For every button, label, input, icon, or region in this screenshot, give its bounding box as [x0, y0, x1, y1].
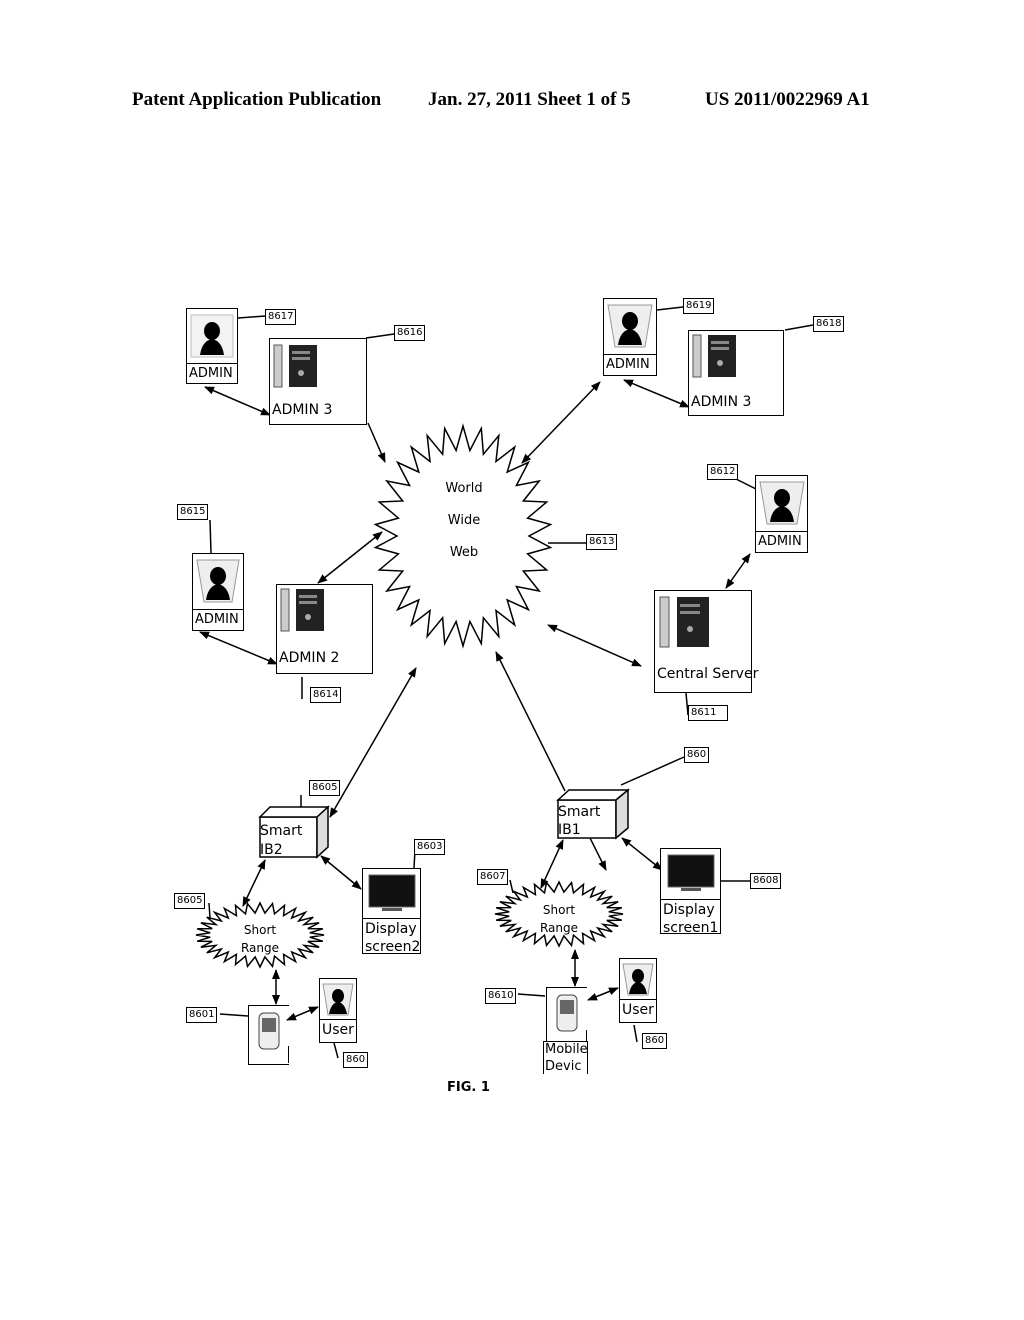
arrow-admin-tr-server-tr [623, 379, 690, 408]
arrow-ib2-www [329, 667, 417, 818]
mobile-device-right-label-box: Mobile Devic [543, 1041, 588, 1074]
display1-label-1: Display [663, 902, 715, 918]
user-right-label: User [622, 1002, 654, 1018]
arrow-server-tl-www [367, 422, 386, 463]
ref-8618: 8618 [813, 316, 845, 332]
ref-8614: 8614 [310, 687, 342, 703]
admin-person-icon [190, 314, 234, 358]
arrow-admin-mr-central [725, 553, 751, 589]
admin-person-icon [607, 304, 653, 348]
ref-8613: 8613 [586, 534, 618, 550]
arrow-admin-tl-server-tl [204, 386, 271, 416]
arrow-admin-ml-server-ml [199, 631, 278, 665]
admin-ml-label: ADMIN [195, 612, 239, 627]
server-ml-label: ADMIN 2 [279, 650, 340, 666]
ref-8612: 8612 [707, 464, 739, 480]
arrow-www-central [547, 624, 642, 667]
admin-mr-label: ADMIN [758, 534, 802, 549]
www-line-2: Wide [447, 513, 481, 528]
user-left: User [319, 978, 357, 1043]
display-screen2: Display screen2 [362, 868, 421, 954]
arrow-ib1-shortrange [540, 839, 564, 889]
monitor-icon [667, 854, 715, 891]
www-line-3: Web [449, 545, 479, 560]
short-range-left-label-1: Short [243, 923, 277, 937]
server-tr: ADMIN 3 [688, 330, 784, 416]
server-tr-label: ADMIN 3 [691, 394, 752, 410]
world-wide-web-cloud [373, 423, 553, 649]
smart-ib1-label-1: Smart [558, 804, 601, 820]
server-tower-icon [273, 344, 317, 388]
arrow-ib1-display1 [621, 837, 663, 871]
display2-label-2: screen2 [365, 939, 421, 954]
admin-tr-label: ADMIN [606, 357, 650, 372]
user-right: User [619, 958, 657, 1023]
diagram-connectors [195, 306, 814, 1059]
ref-8607: 8607 [477, 869, 509, 885]
ref-8617: 8617 [265, 309, 297, 325]
server-tower-icon [692, 334, 736, 378]
arrow-ib2-shortrange [242, 859, 266, 907]
ref-8608: 8608 [750, 873, 782, 889]
ref-8611: 8611 [688, 705, 728, 721]
server-ml: ADMIN 2 [276, 584, 373, 674]
mobile-phone-icon [556, 994, 578, 1032]
arrow-mobile-user-right [587, 987, 619, 1001]
short-range-right-label-2: Range [539, 921, 579, 935]
smart-ib2-label-1: Smart [260, 823, 303, 839]
www-line-1: World [445, 481, 483, 496]
admin-person-icon [196, 559, 240, 603]
ref-8615: 8615 [177, 504, 209, 520]
user-left-label: User [322, 1022, 354, 1038]
server-tower-icon [280, 588, 324, 632]
smart-ib1-label-2: IB1 [558, 822, 581, 838]
server-tl: ADMIN 3 [269, 338, 367, 425]
admin-person-icon [759, 481, 805, 525]
ref-860-ib1: 860 [684, 747, 710, 763]
arrow-mobile-user-left [286, 1006, 319, 1021]
admin-tl-label: ADMIN [189, 366, 233, 381]
ref-8619: 8619 [683, 298, 715, 314]
mobile-right-label-1: Mobile [545, 1042, 588, 1057]
ref-8603: 8603 [414, 839, 446, 855]
central-server: Central Server [654, 590, 758, 693]
display1-label-2: screen1 [663, 920, 719, 934]
admin-tl: ADMIN [186, 308, 238, 384]
arrow-ib1-down [589, 837, 607, 871]
ref-8605-shortrange: 8605 [174, 893, 206, 909]
ref-860-user-left: 860 [343, 1052, 369, 1068]
mobile-right-label-2: Devic [545, 1059, 582, 1074]
admin-tr: ADMIN [603, 298, 657, 376]
ref-8610: 8610 [485, 988, 517, 1004]
server-tower-icon [659, 596, 709, 648]
short-range-left-label-2: Range [240, 941, 280, 955]
user-person-icon [622, 963, 654, 996]
ref-8605-ib2: 8605 [309, 780, 341, 796]
admin-ml: ADMIN [192, 553, 244, 631]
central-server-label: Central Server [657, 666, 759, 682]
arrow-www-admin-tr [521, 381, 601, 464]
mobile-device-right [546, 987, 587, 1043]
arrow-ib1-www [495, 651, 566, 792]
monitor-icon [368, 874, 416, 911]
ref-8601: 8601 [186, 1007, 218, 1023]
arrow-server-ml-www [317, 531, 383, 584]
server-tl-label: ADMIN 3 [272, 402, 333, 418]
mobile-device-left [248, 1005, 289, 1065]
display2-label-1: Display [365, 921, 417, 937]
mobile-phone-icon [258, 1012, 280, 1050]
ref-8616: 8616 [394, 325, 426, 341]
arrow-ib2-display2 [320, 855, 362, 890]
short-range-right-label-1: Short [542, 903, 576, 917]
display-screen1: Display screen1 [660, 848, 721, 934]
figure-caption: FIG. 1 [447, 1080, 490, 1095]
ref-860-user-right: 860 [642, 1033, 668, 1049]
user-person-icon [322, 983, 354, 1016]
smart-ib2-label-2: IB2 [260, 842, 283, 858]
admin-mr: ADMIN [755, 475, 808, 553]
